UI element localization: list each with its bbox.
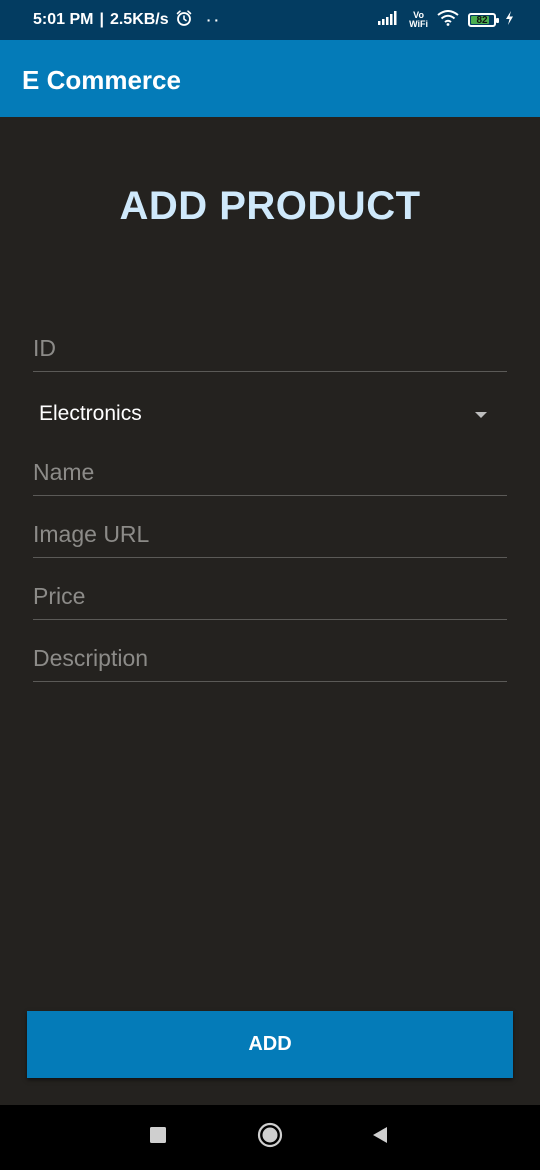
status-network-speed: 2.5KB/s [109,11,169,28]
id-input[interactable] [33,326,507,371]
signal-icon [378,10,400,30]
dropdown-arrow-icon [475,412,487,418]
id-field [33,326,507,372]
app-bar: E Commerce [0,40,540,117]
alarm-icon [175,9,193,32]
recents-button[interactable] [128,1105,188,1170]
category-value: Electronics [39,402,142,425]
status-separator: | [99,11,104,28]
price-input[interactable] [33,574,507,619]
add-button[interactable]: ADD [27,1011,513,1078]
wifi-icon [437,9,459,31]
status-left: 5:01 PM | 2.5KB/s ·· [33,0,222,40]
description-field [33,636,507,682]
recents-icon [149,1126,167,1149]
name-input[interactable] [33,450,507,495]
page-title: ADD PRODUCT [119,184,421,228]
notification-dots: ·· [206,12,222,28]
wifi-text: WiFi [409,19,428,29]
charging-icon [505,10,514,30]
status-time: 5:01 PM [33,11,94,28]
description-input[interactable] [33,636,507,681]
home-button[interactable] [240,1105,300,1170]
battery-icon: 82 [468,13,499,27]
category-spinner[interactable]: Electronics [33,392,507,440]
image-url-input[interactable] [33,512,507,557]
back-icon [371,1126,389,1149]
back-button[interactable] [350,1105,410,1170]
status-right: Vo WiFi 82 [378,0,514,40]
status-bar: 5:01 PM | 2.5KB/s ·· Vo WiFi 82 [0,0,540,40]
price-field [33,574,507,620]
battery-percent: 82 [476,14,488,26]
home-icon [257,1122,283,1153]
vowifi-label: Vo WiFi [409,11,428,29]
app-title: E Commerce [22,65,181,95]
navigation-bar [0,1105,540,1170]
image-url-field [33,512,507,558]
name-field [33,450,507,496]
